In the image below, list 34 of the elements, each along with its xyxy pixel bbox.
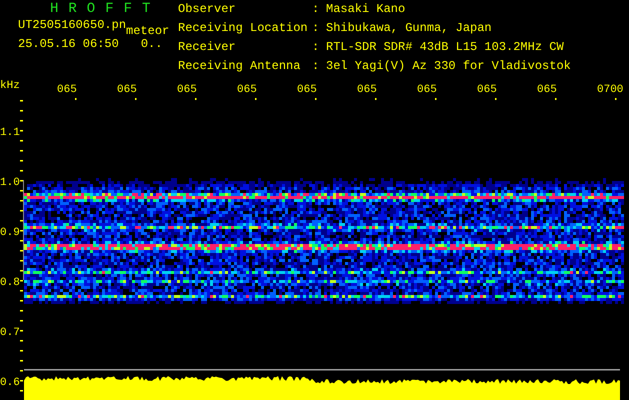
frequency-label: 1.1 (0, 127, 20, 139)
time-label: 065 (477, 84, 497, 96)
field-label: Receiver (178, 42, 237, 56)
app-title: HROFFT (49, 2, 162, 17)
date-time: 25.05.16 06:50 (18, 38, 119, 51)
time-label: 065 (297, 84, 317, 96)
frequency-label: 0.6 (0, 377, 20, 389)
field-label: Receiving Location (178, 23, 309, 37)
count-value: 0.. (140, 38, 162, 51)
time-label: 065 (417, 84, 437, 96)
frequency-label: 0.8 (0, 277, 20, 289)
mode-label: meteor (126, 25, 170, 38)
time-label: 065 (177, 84, 197, 96)
time-label: 065 (57, 84, 77, 96)
field-value: Shibukawa, Gunma, Japan (326, 23, 493, 37)
field-separator: : (312, 42, 320, 56)
file-name: UT2505160650.pn (18, 19, 126, 32)
time-label: 065 (237, 84, 257, 96)
unit-label: kHz (0, 80, 20, 92)
time-label: 0700 (597, 84, 624, 96)
field-value: Masaki Kano (326, 4, 406, 18)
field-separator: : (312, 23, 320, 37)
time-label: 065 (537, 84, 557, 96)
field-separator: : (312, 4, 320, 18)
field-label: Receiving Antenna (178, 61, 302, 75)
field-value: 3el Yagi(V) Az 330 for Vladivostok (326, 61, 571, 75)
time-label: 065 (117, 84, 137, 96)
field-label: Observer (178, 4, 237, 18)
field-separator: : (312, 61, 320, 75)
time-label: 065 (357, 84, 377, 96)
frequency-label: 1.0 (0, 177, 20, 189)
frequency-label: 0.9 (0, 227, 20, 239)
frequency-label: 0.7 (0, 327, 20, 339)
field-value: RTL-SDR SDR# 43dB L15 103.2MHz CW (326, 42, 565, 56)
